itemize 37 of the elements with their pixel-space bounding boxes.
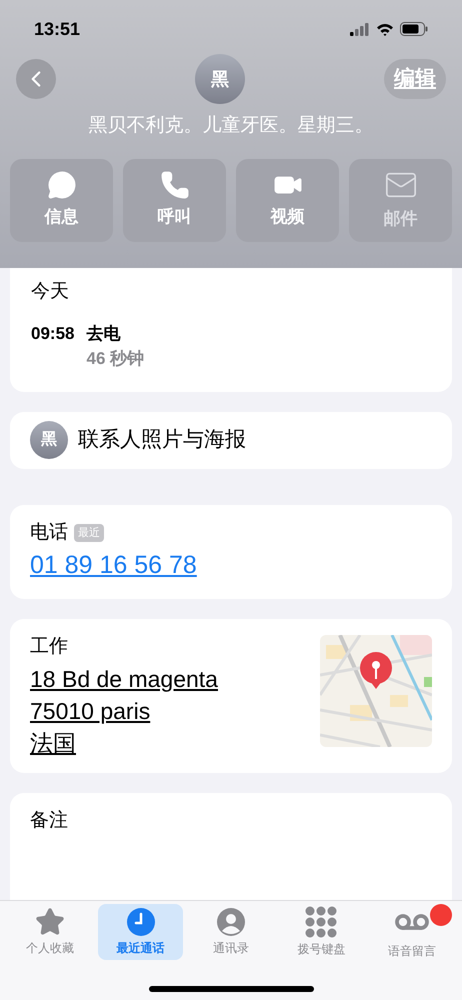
phone-icon [160,170,190,200]
tab-item[interactable]: 语音留言 [370,904,454,960]
address-line[interactable]: 18 Bd de magenta [30,663,218,695]
recent-badge: 最近 [74,524,104,542]
action-button[interactable]: 信息 [10,158,113,242]
signal-icon [350,22,370,36]
battery-icon [400,22,428,36]
tab-item[interactable]: 通讯录 [188,904,274,960]
contact-name: 黑贝不利克。儿童牙医。星期三。 [88,114,374,138]
tab-item[interactable]: 最近通话 [98,904,183,960]
edit-button[interactable]: 编辑 [384,59,446,99]
address-line[interactable]: 法国 [30,727,218,759]
contact-avatar: 黑 [195,54,245,104]
call-type: 去电 [86,322,122,344]
address-label: 工作 [30,634,69,658]
action-button[interactable]: 视频 [236,158,339,242]
section-heading: 今天 [31,280,70,304]
phone-label: 电话 [30,520,68,544]
notes-label: 备注 [30,810,68,831]
action-button[interactable]: 呼叫 [123,158,226,242]
call-time: 09:58 [31,322,74,344]
call-duration: 46 秒钟 [86,348,144,370]
photo-poster-label: 联系人照片与海报 [78,427,246,454]
phone-number-link[interactable]: 01 89 16 56 78 [30,551,197,579]
back-button[interactable] [16,59,56,99]
tab-item[interactable]: 拨号键盘 [279,904,364,960]
person-icon [216,907,246,937]
address-line[interactable]: 75010 paris [30,695,218,727]
status-time: 13:51 [34,18,80,40]
contact-avatar: 黑 [30,421,68,459]
wifi-icon [376,22,394,36]
speech-bubble-icon [46,170,76,200]
star-icon [35,907,66,937]
keypad-icon [305,906,338,938]
clock-icon [126,907,156,937]
photo-poster-row[interactable]: 黑 联系人照片与海报 [10,412,452,468]
tab-item[interactable]: 个人收藏 [8,904,92,960]
